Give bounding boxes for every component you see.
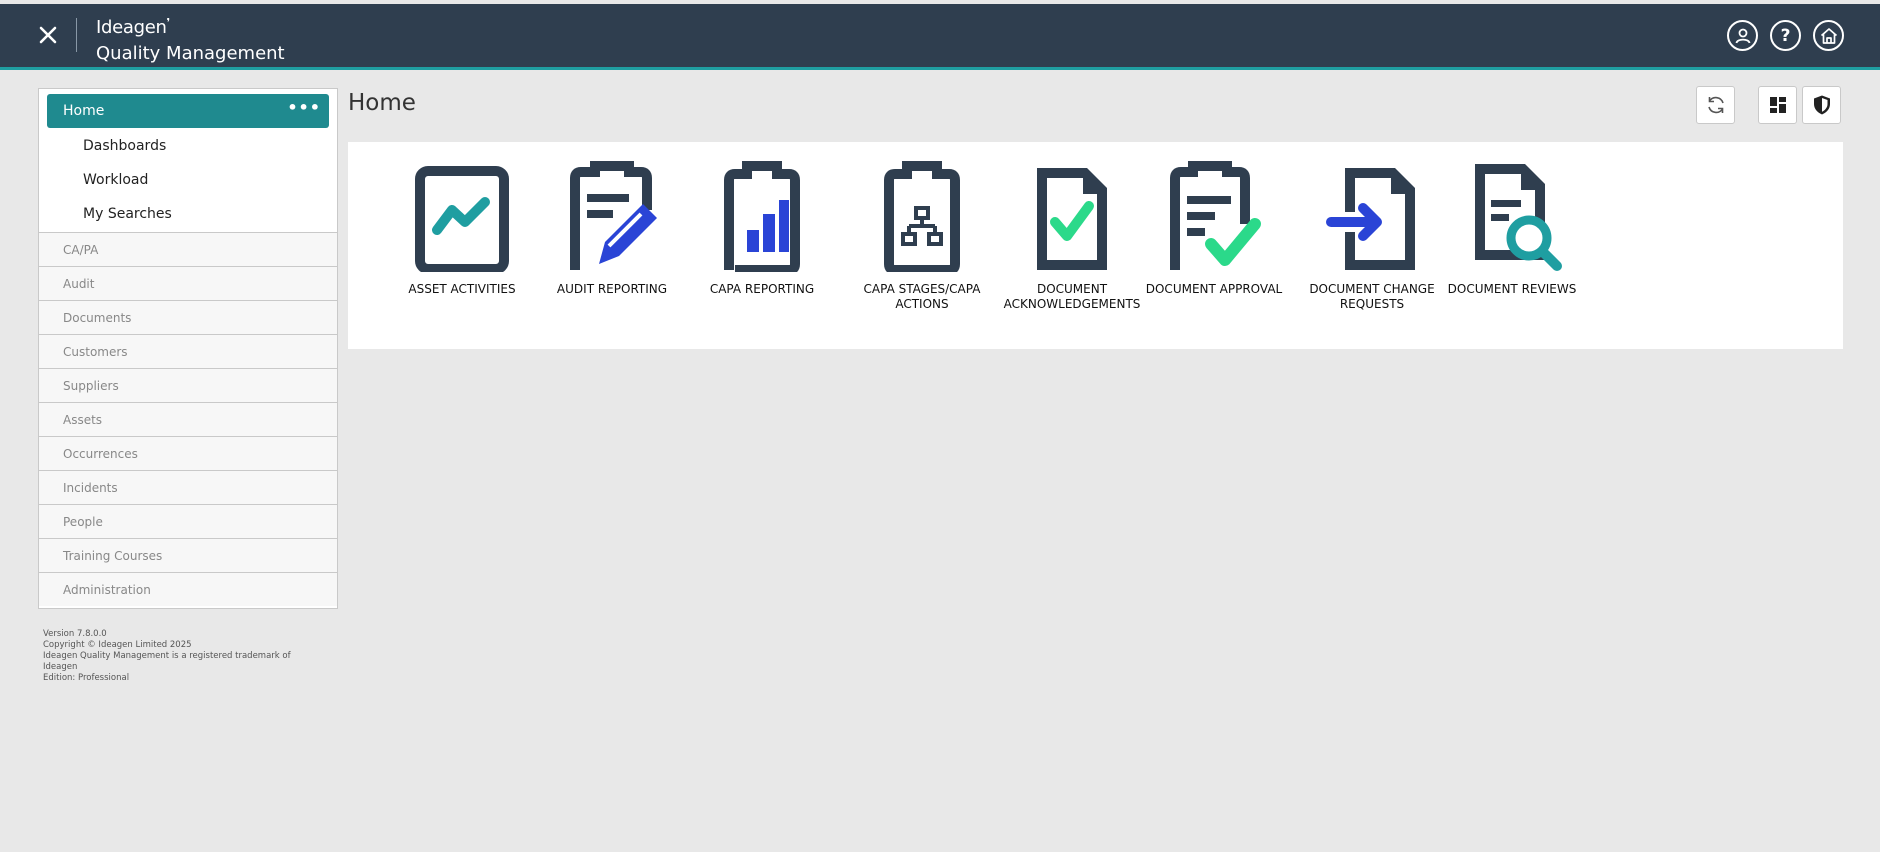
close-icon	[39, 26, 57, 44]
tile-document-change-requests[interactable]: DOCUMENT CHANGE REQUESTS	[1302, 160, 1442, 312]
sidebar-item-assets[interactable]: Assets	[39, 402, 337, 436]
home-button[interactable]	[1813, 20, 1844, 51]
sidebar-item-workload[interactable]: Workload	[39, 163, 337, 197]
copyright-text: Copyright © Ideagen Limited 2025	[43, 640, 192, 650]
tile-label: AUDIT REPORTING	[556, 282, 668, 296]
tile-audit-reporting[interactable]: AUDIT REPORTING	[542, 160, 682, 297]
header-actions: ?	[1727, 20, 1844, 51]
security-button[interactable]	[1802, 86, 1841, 124]
tile-document-acknowledgements[interactable]: DOCUMENT ACKNOWLEDGEMENTS	[1002, 160, 1142, 312]
tile-label: CAPA REPORTING	[709, 282, 815, 296]
sidebar-item-people[interactable]: People	[39, 504, 337, 538]
sidebar-item-suppliers[interactable]: Suppliers	[39, 368, 337, 402]
product-name: Quality Management	[96, 43, 285, 64]
sidebar-item-capa[interactable]: CA/PA	[39, 232, 337, 266]
sidebar-item-my-searches[interactable]: My Searches	[39, 197, 337, 231]
document-change-requests-icon	[1326, 168, 1415, 270]
version-info: Version 7.8.0.0 Copyright © Ideagen Limi…	[43, 629, 313, 684]
sidebar-item-customers[interactable]: Customers	[39, 334, 337, 368]
close-button[interactable]	[34, 21, 62, 49]
user-profile-button[interactable]	[1727, 20, 1758, 51]
tile-label: DOCUMENT CHANGE REQUESTS	[1309, 282, 1435, 311]
page-title: Home	[348, 90, 416, 116]
sidebar-item-label: Home	[63, 103, 105, 119]
sidebar-item-documents[interactable]: Documents	[39, 300, 337, 334]
refresh-icon	[1707, 96, 1724, 114]
tile-label: ASSET ACTIVITIES	[408, 282, 516, 296]
document-reviews-icon	[1475, 164, 1562, 271]
sidebar-item-administration[interactable]: Administration	[39, 572, 337, 606]
brand: Ideagen❜ Quality Management	[96, 12, 285, 65]
header-divider	[76, 18, 77, 52]
shield-icon	[1813, 95, 1830, 115]
sidebar-item-audit[interactable]: Audit	[39, 266, 337, 300]
tile-document-reviews[interactable]: DOCUMENT REVIEWS	[1442, 160, 1582, 297]
sidebar-nav: Home ••• Dashboards Workload My Searches…	[38, 88, 338, 609]
sidebar-item-incidents[interactable]: Incidents	[39, 470, 337, 504]
layout-button[interactable]	[1758, 86, 1797, 124]
tile-label: CAPA STAGES/CAPA ACTIONS	[863, 282, 981, 311]
asset-activities-icon	[415, 166, 509, 272]
sidebar-item-occurrences[interactable]: Occurrences	[39, 436, 337, 470]
user-icon	[1735, 28, 1750, 43]
trademark-text: Ideagen Quality Management is a register…	[43, 651, 291, 672]
brand-mark-icon: ❜	[166, 16, 171, 29]
capa-stages-icon	[884, 161, 960, 272]
help-button[interactable]: ?	[1770, 20, 1801, 51]
tile-capa-reporting[interactable]: CAPA REPORTING	[692, 160, 832, 297]
sidebar-item-dashboards[interactable]: Dashboards	[39, 129, 337, 163]
audit-reporting-icon	[570, 161, 657, 270]
tile-capa-stages[interactable]: CAPA STAGES/CAPA ACTIONS	[852, 160, 992, 312]
tile-label: DOCUMENT ACKNOWLEDGEMENTS	[1003, 282, 1141, 311]
help-icon: ?	[1780, 25, 1791, 46]
version-number: Version 7.8.0.0	[43, 629, 107, 639]
brand-logo: Ideagen❜	[96, 16, 171, 38]
refresh-button[interactable]	[1696, 86, 1735, 124]
document-acknowledgements-icon	[1037, 168, 1107, 270]
capa-reporting-icon	[724, 161, 800, 272]
tile-label: DOCUMENT REVIEWS	[1447, 282, 1577, 296]
tile-label: DOCUMENT APPROVAL	[1145, 282, 1283, 296]
sidebar-item-training-courses[interactable]: Training Courses	[39, 538, 337, 572]
dashboard-layout-icon	[1769, 97, 1786, 113]
top-header: Ideagen❜ Quality Management ?	[0, 4, 1880, 70]
sidebar-item-home[interactable]: Home •••	[47, 94, 329, 128]
more-options-icon[interactable]: •••	[287, 100, 321, 122]
home-icon	[1820, 27, 1837, 44]
tile-asset-activities[interactable]: ASSET ACTIVITIES	[392, 160, 532, 297]
home-tiles-panel: ASSET ACTIVITIES AUDIT REPORTING CAPA RE…	[348, 142, 1843, 349]
edition-text: Edition: Professional	[43, 673, 130, 683]
tile-document-approval[interactable]: DOCUMENT APPROVAL	[1144, 160, 1284, 297]
document-approval-icon	[1170, 161, 1261, 270]
